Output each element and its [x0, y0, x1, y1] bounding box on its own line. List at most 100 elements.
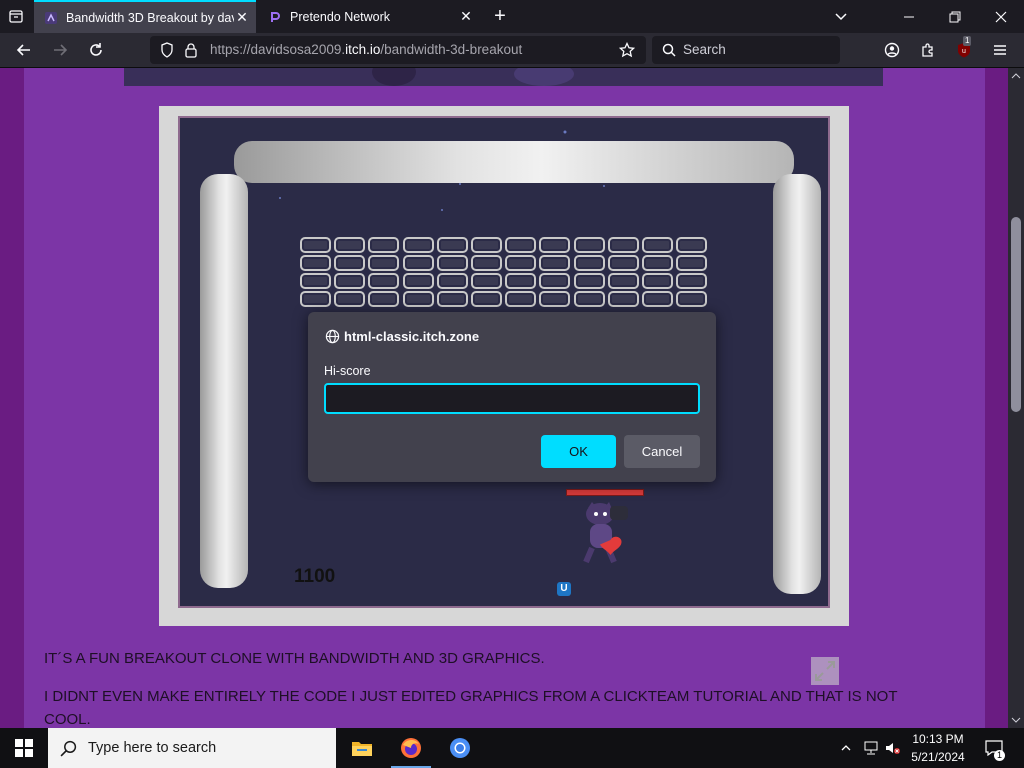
url-prefix: https://davidsosa2009.: [210, 42, 346, 57]
brick: [402, 273, 434, 289]
minimize-icon[interactable]: [886, 0, 932, 33]
tab-bandwidth-breakout[interactable]: Bandwidth 3D Breakout by david ✕: [34, 0, 256, 33]
scroll-up-icon[interactable]: [1008, 68, 1024, 84]
brick: [436, 237, 468, 253]
bookmark-star-icon[interactable]: [614, 37, 640, 63]
description-line: COOL.: [44, 711, 91, 728]
account-icon[interactable]: [879, 37, 905, 63]
left-wall: [200, 174, 248, 588]
tab-close-icon[interactable]: ✕: [458, 8, 474, 25]
taskbar-search-placeholder: Type here to search: [88, 740, 217, 756]
volume-muted-icon[interactable]: [884, 728, 902, 768]
back-arrow-icon[interactable]: [11, 37, 37, 63]
hi-score-input[interactable]: [324, 383, 700, 414]
brick: [539, 291, 571, 307]
right-wall: [773, 174, 821, 594]
top-wall: [234, 141, 794, 183]
search-icon: [656, 37, 682, 63]
ok-button[interactable]: OK: [541, 435, 616, 468]
pretendo-favicon-icon: [268, 10, 282, 24]
ublock-origin-icon[interactable]: u 1: [951, 36, 977, 63]
brick: [641, 255, 673, 271]
brick: [607, 255, 639, 271]
brick: [436, 291, 468, 307]
game-logo-icon: U: [557, 582, 571, 596]
reload-icon[interactable]: [83, 37, 109, 63]
brick: [334, 255, 366, 271]
dialog-prompt-label: Hi-score: [324, 364, 371, 378]
brick: [607, 237, 639, 253]
brick: [368, 291, 400, 307]
brick: [539, 237, 571, 253]
itch-favicon-icon: [44, 11, 58, 25]
brick: [436, 273, 468, 289]
brick: [641, 237, 673, 253]
tracking-protection-shield-icon[interactable]: [154, 37, 180, 63]
brick: [505, 273, 537, 289]
scroll-thumb[interactable]: [1011, 217, 1021, 412]
brick: [505, 255, 537, 271]
brick: [505, 237, 537, 253]
notification-center-icon[interactable]: 1: [980, 728, 1008, 768]
fullscreen-icon[interactable]: [810, 656, 840, 686]
brick: [368, 273, 400, 289]
brick: [334, 237, 366, 253]
brick: [334, 273, 366, 289]
brick: [676, 273, 708, 289]
tab-strip: Bandwidth 3D Breakout by david ✕ Pretend…: [0, 0, 1024, 33]
url-domain: itch.io: [345, 42, 381, 57]
windows-start-icon[interactable]: [0, 728, 48, 768]
brick: [573, 255, 605, 271]
brick: [607, 291, 639, 307]
tab-close-icon[interactable]: ✕: [234, 9, 250, 26]
taskbar-clock[interactable]: 10:13 PM 5/21/2024: [906, 730, 970, 766]
brick: [402, 237, 434, 253]
tab-overflow-chevron-icon[interactable]: [828, 3, 854, 29]
brick: [300, 273, 331, 289]
tab-title: Bandwidth 3D Breakout by david: [66, 10, 234, 25]
brick: [573, 237, 605, 253]
network-icon[interactable]: [862, 728, 880, 768]
brick: [436, 255, 468, 271]
brick: [300, 237, 331, 253]
tab-list-icon[interactable]: [3, 3, 29, 29]
dialog-origin: html-classic.itch.zone: [344, 329, 480, 344]
menu-hamburger-icon[interactable]: [987, 37, 1013, 63]
extensions-puzzle-icon[interactable]: [915, 37, 941, 63]
new-tab-icon[interactable]: +: [487, 3, 513, 29]
file-explorer-icon[interactable]: [338, 728, 386, 768]
restore-icon[interactable]: [932, 0, 978, 33]
lock-icon[interactable]: [178, 37, 204, 63]
brick: [676, 255, 708, 271]
cancel-button[interactable]: Cancel: [624, 435, 700, 468]
navigation-toolbar: https://davidsosa2009.itch.io/bandwidth-…: [0, 33, 1024, 68]
url-path: /bandwidth-3d-breakout: [380, 42, 523, 57]
brick: [607, 273, 639, 289]
search-placeholder: Search: [683, 42, 726, 57]
search-bar[interactable]: Search: [652, 36, 840, 64]
show-hidden-icons-chevron-icon[interactable]: [838, 728, 854, 768]
brick: [334, 291, 366, 307]
forward-arrow-icon[interactable]: [47, 37, 73, 63]
brick: [676, 291, 708, 307]
brick: [505, 291, 537, 307]
brick: [402, 291, 434, 307]
taskbar-search-box[interactable]: Type here to search: [48, 728, 336, 768]
globe-icon: [325, 329, 340, 349]
brick: [676, 237, 708, 253]
brick: [300, 255, 331, 271]
firefox-taskbar-icon[interactable]: [387, 728, 435, 768]
clock-date: 5/21/2024: [911, 750, 965, 764]
chromium-taskbar-icon[interactable]: [436, 728, 484, 768]
brick: [641, 273, 673, 289]
url-bar[interactable]: https://davidsosa2009.itch.io/bandwidth-…: [150, 36, 646, 64]
scroll-down-icon[interactable]: [1008, 712, 1024, 728]
close-window-icon[interactable]: [978, 0, 1024, 33]
brick: [368, 237, 400, 253]
windows-taskbar: Type here to search 10:13 PM 5/21/2024 1: [0, 728, 1024, 768]
tab-pretendo-network[interactable]: Pretendo Network ✕: [258, 0, 480, 33]
url-text[interactable]: https://davidsosa2009.itch.io/bandwidth-…: [210, 36, 522, 64]
notification-count: 1: [994, 750, 1005, 761]
description-line: IT´S A FUN BREAKOUT CLONE WITH BANDWIDTH…: [44, 650, 545, 667]
brick: [300, 291, 331, 307]
